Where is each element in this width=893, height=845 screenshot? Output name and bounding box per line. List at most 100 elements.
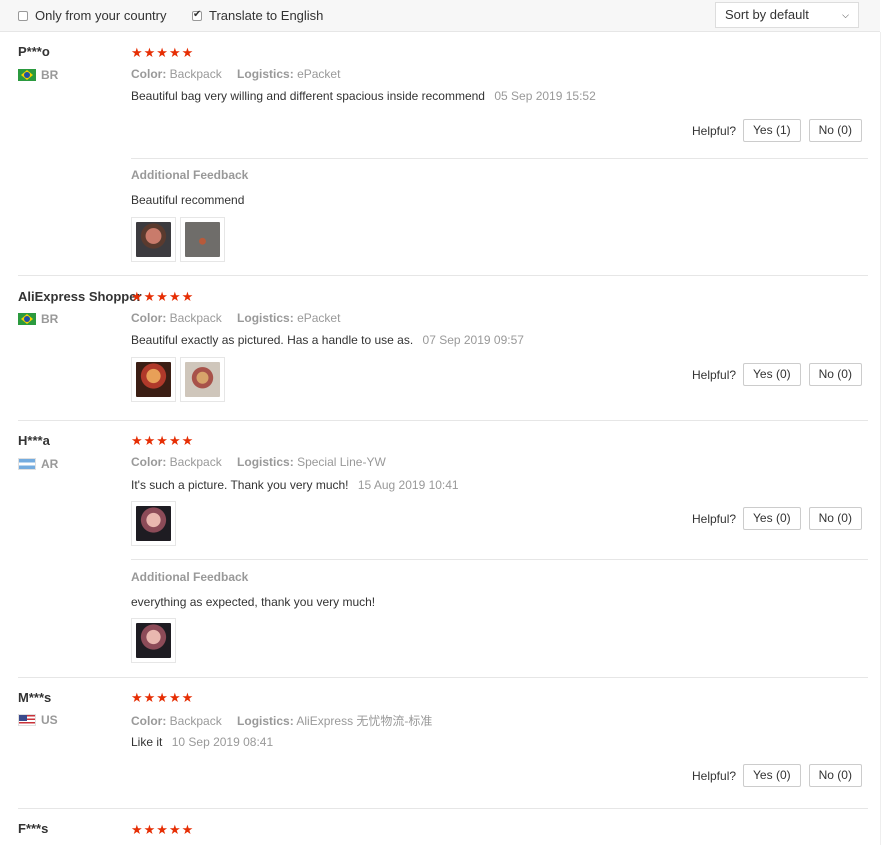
review-text: Beautiful bag very willing and different… (131, 89, 596, 103)
logistics-label: Logistics: (237, 311, 294, 325)
checkbox-box-checked[interactable] (192, 9, 202, 21)
logistics-value: ePacket (297, 67, 341, 81)
country-code: AR (41, 457, 59, 471)
no-button[interactable]: No (0) (808, 119, 862, 142)
argentina-flag-icon (18, 458, 36, 470)
brazil-flag-icon (18, 69, 36, 81)
review-date: 15 Aug 2019 10:41 (357, 478, 459, 492)
checkbox-box[interactable] (18, 10, 28, 21)
additional-feedback-text: Beautiful recommend (131, 193, 245, 207)
review-date: 07 Sep 2019 09:57 (422, 333, 524, 347)
doll-photo (136, 506, 171, 541)
additional-feedback-title: Additional Feedback (131, 168, 249, 182)
only-country-checkbox[interactable]: Only from your country (18, 8, 167, 23)
filter-bar: Only from your country Translate to Engl… (0, 0, 880, 32)
helpful-votes: Helpful? Yes (0) No (0) (692, 764, 870, 787)
yes-button[interactable]: Yes (1) (743, 119, 801, 142)
helpful-votes: Helpful? Yes (0) No (0) (692, 507, 870, 530)
review-image-thumb[interactable] (180, 217, 225, 262)
no-button[interactable]: No (0) (808, 764, 862, 787)
chevron-down-icon: ⌵ (842, 10, 849, 20)
reviewer-name: P***o (18, 44, 50, 59)
color-label: Color: (131, 311, 167, 325)
helpful-label: Helpful? (692, 367, 737, 382)
no-button[interactable]: No (0) (808, 363, 862, 386)
doll-photo (136, 222, 171, 257)
review-body: It's such a picture. Thank you very much… (131, 478, 349, 492)
helpful-votes: Helpful? Yes (1) No (0) (692, 119, 870, 142)
reviewer-country: US (18, 713, 58, 727)
additional-feedback-title: Additional Feedback (131, 570, 249, 584)
review-meta: Color: Backpack Logistics: Special Line-… (131, 455, 386, 469)
logistics-value: Special Line-YW (297, 455, 386, 469)
review-divider (18, 275, 868, 276)
review-meta: Color: Backpack Logistics: AliExpress 无忧… (131, 712, 432, 729)
review-date: 05 Sep 2019 15:52 (494, 89, 596, 103)
reviewer-name: M***s (18, 690, 52, 705)
country-code: US (41, 713, 58, 727)
additional-feedback-text: everything as expected, thank you very m… (131, 595, 376, 609)
review-image-thumb[interactable] (131, 357, 176, 402)
us-flag-icon (18, 714, 36, 726)
review-images (131, 501, 180, 546)
reviewer-country: BR (18, 312, 58, 326)
helpful-label: Helpful? (692, 123, 737, 138)
yes-button[interactable]: Yes (0) (743, 764, 801, 787)
color-label: Color: (131, 455, 167, 469)
color-value: Backpack (169, 714, 222, 728)
review-body: Beautiful exactly as pictured. Has a han… (131, 333, 414, 347)
logistics-label: Logistics: (237, 455, 294, 469)
review-text: Beautiful exactly as pictured. Has a han… (131, 333, 524, 347)
reviewer-country: BR (18, 68, 58, 82)
reviewer-name: AliExpress Shopper (18, 289, 142, 304)
review-image-thumb[interactable] (131, 618, 176, 663)
only-country-label: Only from your country (35, 8, 167, 23)
review-divider (18, 420, 868, 421)
divider (131, 559, 868, 560)
review-meta: Color: Backpack Logistics: ePacket (131, 311, 340, 325)
review-text: Like it 10 Sep 2019 08:41 (131, 735, 273, 749)
helpful-label: Helpful? (692, 511, 737, 526)
review-image-thumb[interactable] (131, 501, 176, 546)
brazil-flag-icon (18, 313, 36, 325)
star-rating: ★★★★★ (131, 45, 195, 60)
logistics-label: Logistics: (237, 67, 294, 81)
color-label: Color: (131, 67, 167, 81)
doll-photo (185, 362, 220, 397)
color-value: Backpack (169, 311, 222, 325)
additional-feedback-images (131, 618, 180, 663)
scrollbar[interactable] (880, 32, 893, 845)
country-code: BR (41, 68, 59, 82)
helpful-label: Helpful? (692, 768, 737, 783)
additional-feedback-images (131, 217, 229, 262)
review-body: Like it (131, 735, 163, 749)
review-images (131, 357, 229, 402)
helpful-votes: Helpful? Yes (0) No (0) (692, 363, 870, 386)
bag-photo (185, 222, 220, 257)
review-date: 10 Sep 2019 08:41 (171, 735, 274, 749)
review-image-thumb[interactable] (131, 217, 176, 262)
yes-button[interactable]: Yes (0) (743, 363, 801, 386)
yes-button[interactable]: Yes (0) (743, 507, 801, 530)
review-body: Beautiful bag very willing and different… (131, 89, 485, 103)
review-meta: Color: Backpack Logistics: ePacket (131, 67, 340, 81)
color-label: Color: (131, 714, 167, 728)
doll-photo (136, 362, 171, 397)
star-rating: ★★★★★ (131, 433, 195, 448)
review-divider (18, 677, 868, 678)
doll-photo (136, 623, 171, 658)
color-value: Backpack (169, 67, 222, 81)
sort-select[interactable]: Sort by default ⌵ (715, 2, 859, 28)
divider (131, 158, 868, 159)
logistics-value: ePacket (297, 311, 341, 325)
star-rating: ★★★★★ (131, 822, 195, 837)
no-button[interactable]: No (0) (808, 507, 862, 530)
logistics-value: AliExpress 无忧物流-标准 (296, 714, 433, 728)
translate-checkbox[interactable]: Translate to English (192, 8, 323, 23)
review-image-thumb[interactable] (180, 357, 225, 402)
reviewer-name: F***s (18, 821, 49, 836)
reviewer-country: AR (18, 457, 58, 471)
translate-label: Translate to English (209, 8, 324, 23)
color-value: Backpack (169, 455, 222, 469)
sort-value: Sort by default (725, 7, 809, 22)
